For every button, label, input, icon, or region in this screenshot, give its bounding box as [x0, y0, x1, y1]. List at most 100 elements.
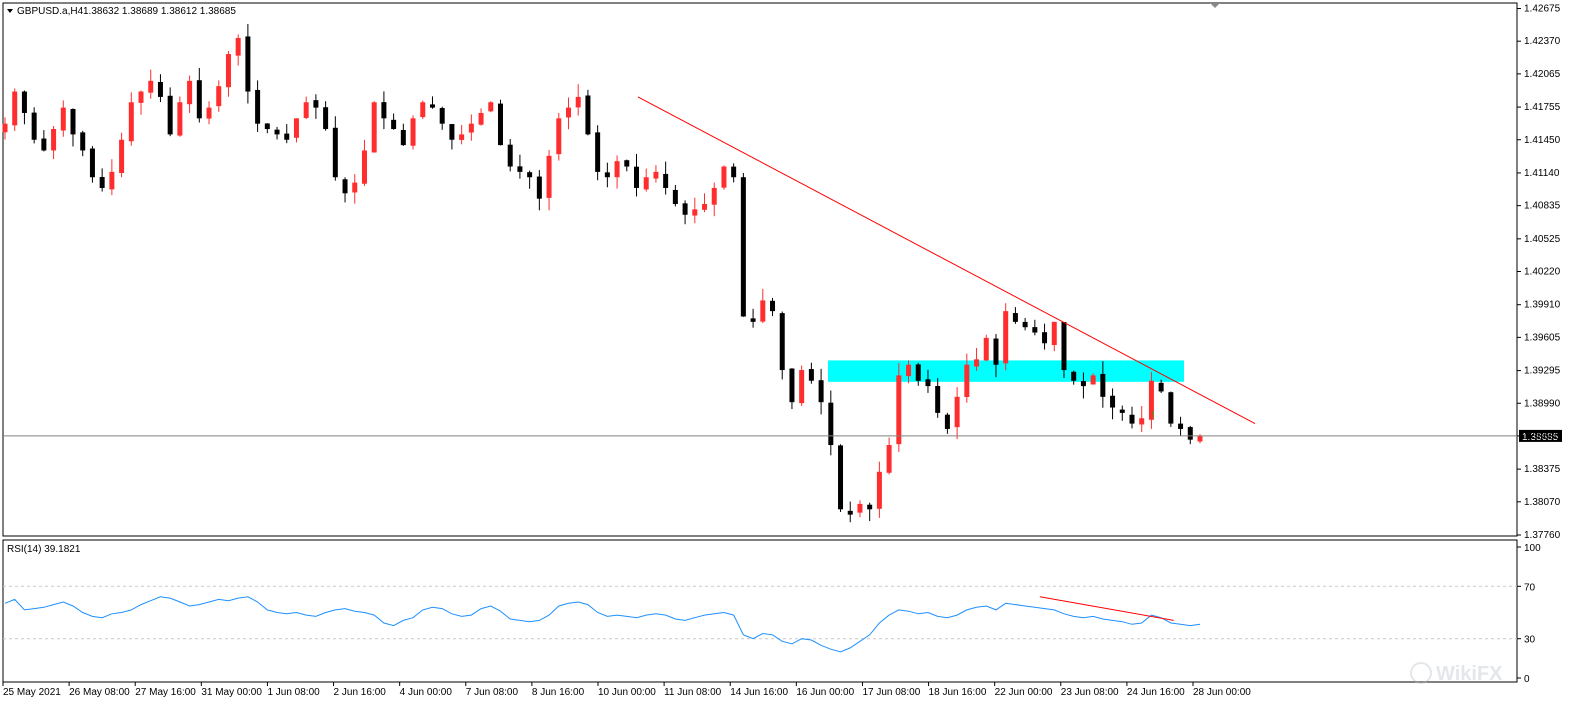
bull-candle	[60, 107, 66, 131]
price-tick-label: 1.37760	[1524, 530, 1561, 541]
bear-candle	[595, 132, 601, 172]
bear-candle	[264, 123, 270, 130]
bull-candle	[177, 102, 183, 136]
bull-candle	[886, 445, 892, 473]
bear-candle	[31, 112, 37, 140]
bear-candle	[1080, 381, 1086, 387]
ohlc-label: 1.38632 1.38689 1.38612 1.38685	[83, 6, 236, 17]
bear-candle	[80, 132, 86, 151]
price-tick-label: 1.38685	[1524, 431, 1561, 442]
bull-candle	[148, 80, 154, 93]
bull-candle	[293, 118, 299, 138]
rsi-tick-label: 70	[1524, 582, 1536, 593]
bull-candle	[216, 86, 222, 107]
price-tick-label: 1.41755	[1524, 102, 1561, 113]
bull-candle	[109, 171, 115, 190]
price-tick-label: 1.42370	[1524, 36, 1561, 47]
bull-candle	[1090, 375, 1096, 385]
bear-candle	[342, 179, 348, 194]
time-tick-label: 27 May 16:00	[135, 687, 196, 698]
time-tick-label: 24 Jun 16:00	[1127, 687, 1185, 698]
bear-candle	[255, 90, 261, 124]
bear-candle	[1178, 423, 1184, 429]
bull-candle	[478, 112, 484, 125]
bear-candle	[663, 173, 669, 188]
bull-candle	[974, 359, 980, 367]
bear-candle	[634, 166, 640, 188]
bear-candle	[497, 103, 503, 146]
bull-candle	[954, 396, 960, 428]
bull-candle	[614, 161, 620, 178]
bear-candle	[245, 36, 251, 92]
bear-candle	[1119, 409, 1125, 413]
bull-candle	[575, 96, 581, 108]
time-tick-label: 14 Jun 16:00	[730, 687, 788, 698]
bear-candle	[1168, 392, 1174, 424]
bull-candle	[857, 503, 863, 513]
bear-candle	[507, 144, 513, 167]
price-tick-label: 1.40835	[1524, 201, 1561, 212]
bear-candle	[21, 91, 27, 113]
bull-candle	[556, 118, 562, 155]
bear-candle	[429, 104, 435, 108]
time-tick-label: 18 Jun 16:00	[929, 687, 987, 698]
bear-candle	[41, 138, 47, 151]
bear-candle	[915, 364, 921, 381]
bear-candle	[167, 95, 173, 135]
bear-candle	[731, 166, 737, 178]
bull-candle	[488, 102, 494, 112]
time-tick-label: 26 May 08:00	[69, 687, 130, 698]
bear-candle	[284, 133, 290, 140]
bull-candle	[906, 364, 912, 377]
bear-candle	[847, 510, 853, 515]
bear-candle	[750, 318, 756, 322]
bear-candle	[439, 108, 445, 124]
bear-candle	[1110, 395, 1116, 408]
bear-candle	[527, 172, 533, 178]
price-tick-label: 1.40220	[1524, 267, 1561, 278]
bear-candle	[818, 380, 824, 403]
bear-candle	[1187, 427, 1193, 440]
bear-candle	[944, 414, 950, 429]
rsi-header-label: RSI(14) 39.1821	[7, 544, 81, 555]
price-tick-label: 1.39295	[1524, 366, 1561, 377]
bear-candle	[1158, 382, 1164, 392]
rsi-tick-label: 0	[1524, 674, 1530, 685]
bear-candle	[274, 129, 280, 135]
price-tick-label: 1.39910	[1524, 300, 1561, 311]
bear-candle	[1129, 414, 1135, 424]
bear-candle	[391, 119, 397, 130]
chart-canvas: GBPUSD.a,H4 1.38632 1.38689 1.38612 1.38…	[2, 2, 1562, 698]
watermark-text: WikiFX	[1436, 663, 1503, 685]
bull-candle	[760, 300, 766, 322]
time-tick-label: 4 Jun 00:00	[400, 687, 453, 698]
price-tick-label: 1.38375	[1524, 464, 1561, 475]
bear-candle	[89, 148, 95, 178]
bull-candle	[653, 171, 659, 179]
bull-candle	[235, 37, 241, 56]
bull-candle	[206, 107, 212, 119]
bear-candle	[838, 445, 844, 510]
rsi-tick-label: 30	[1524, 635, 1536, 646]
bear-candle	[99, 177, 105, 188]
bull-candle	[643, 177, 649, 190]
bear-candle	[770, 300, 776, 312]
price-tick-label: 1.42065	[1524, 69, 1561, 80]
time-tick-label: 25 May 2021	[3, 687, 61, 698]
bear-candle	[740, 177, 746, 317]
time-tick-label: 16 Jun 00:00	[796, 687, 854, 698]
bear-candle	[604, 172, 610, 178]
bear-candle	[323, 107, 329, 130]
bear-candle	[1022, 321, 1028, 328]
bear-candle	[70, 109, 76, 135]
bull-candle	[303, 102, 309, 118]
price-axis: 1.42675 1.42370 1.42065 1.41755 1.41450 1.411…	[1517, 4, 1561, 541]
bull-candle	[799, 370, 805, 404]
bull-candle	[138, 91, 144, 103]
time-tick-label: 10 Jun 00:00	[598, 687, 656, 698]
rsi-tick-label: 100	[1524, 543, 1541, 554]
bear-candle	[1100, 373, 1106, 397]
time-tick-label: 22 Jun 00:00	[995, 687, 1053, 698]
bull-candle	[1139, 418, 1145, 425]
bear-candle	[808, 369, 814, 381]
